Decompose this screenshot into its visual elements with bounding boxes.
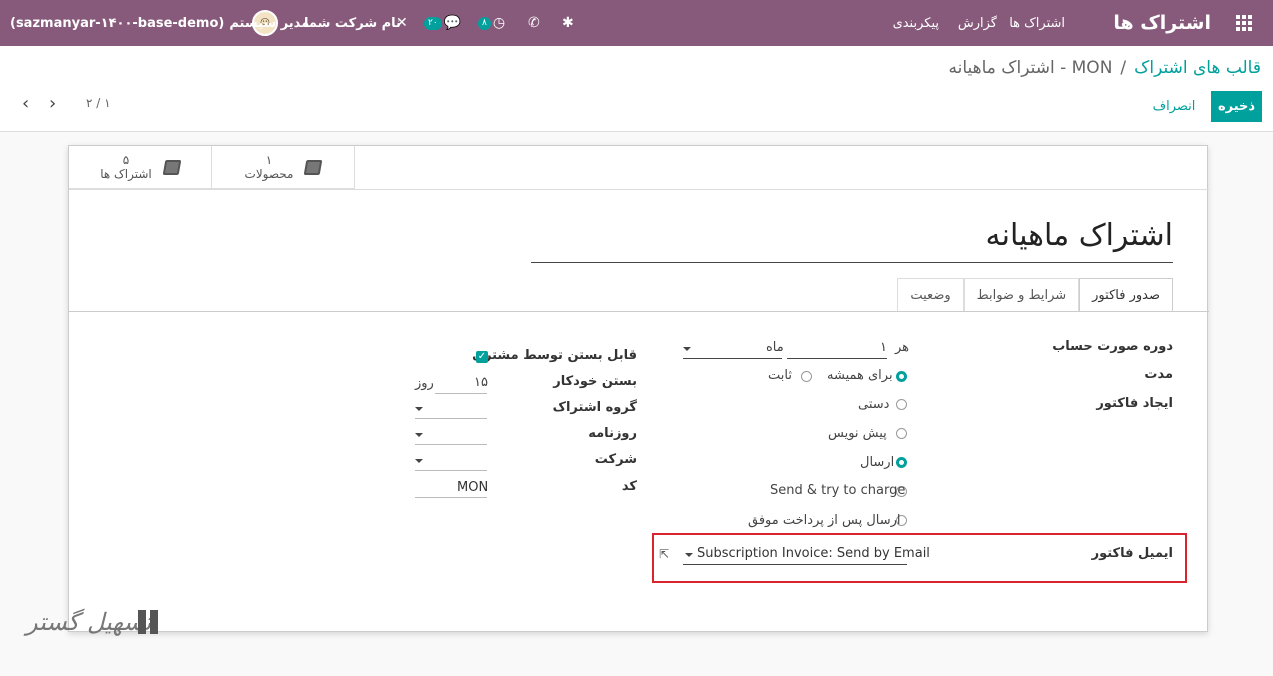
- stat-value: ۱: [265, 153, 273, 167]
- chat-count-badge: ۲۰: [424, 16, 442, 30]
- invoice-send-label: ارسال: [860, 455, 895, 470]
- auto-close-input[interactable]: ۱۵: [474, 375, 488, 390]
- stat-label: اشتراک ها: [100, 167, 152, 181]
- chevron-down-icon: [685, 553, 693, 557]
- watermark-text: تسهیل گستر: [26, 608, 152, 636]
- tab-status[interactable]: وضعیت: [897, 278, 964, 311]
- chevron-down-icon[interactable]: [415, 433, 423, 437]
- pager-next-icon[interactable]: ›: [49, 93, 56, 114]
- billing-unit-underline: [683, 358, 782, 359]
- duration-forever-radio[interactable]: [896, 371, 907, 382]
- duration-forever-label: برای همیشه: [827, 368, 893, 383]
- book-icon: [304, 159, 323, 175]
- code-underline: [415, 497, 487, 498]
- divider: [69, 189, 1209, 190]
- user-name: مدیر سیستم: [229, 15, 310, 31]
- chevron-down-icon[interactable]: [415, 407, 423, 411]
- subscriptions-stat-button[interactable]: ۵ اشتراک ها: [69, 146, 212, 189]
- customer-closable-label: قابل بستن توسط مشتری: [472, 348, 637, 363]
- journal-label: روزنامه: [588, 426, 637, 441]
- user-db-label[interactable]: (sazmanyar-۱۴۰۰-base-demo) مدیر سیستم: [10, 0, 309, 46]
- products-stat-button[interactable]: ۱ محصولات: [212, 146, 355, 189]
- invoice-creation-label: ایجاد فاکتور: [1096, 396, 1173, 411]
- invoice-draft-label: پیش نویس: [828, 426, 887, 441]
- billing-period-label: دوره صورت حساب: [1052, 339, 1173, 354]
- invoice-email-label: ایمیل فاکتور: [1091, 546, 1173, 561]
- external-link-icon[interactable]: ⇱: [659, 547, 669, 561]
- customer-closable-checkbox[interactable]: ✓: [476, 351, 488, 363]
- invoice-email-underline: [683, 564, 907, 565]
- menu-configuration[interactable]: پیکربندی: [893, 0, 939, 46]
- messaging-menu[interactable]: ۲۰ 💬: [424, 0, 461, 46]
- stat-label: محصولات: [244, 167, 294, 181]
- bug-icon[interactable]: ✱: [562, 0, 574, 46]
- breadcrumb-current: MON - اشتراک ماهیانه: [948, 58, 1113, 78]
- invoice-send-radio[interactable]: [896, 457, 907, 468]
- breadcrumb-separator: /: [1120, 58, 1127, 78]
- phone-icon[interactable]: ✆: [528, 0, 540, 46]
- pager-value[interactable]: ۲ / ۱: [86, 96, 111, 110]
- top-navbar: اشتراک ها اشتراک ها گزارش پیکربندی ✱ ✆ ۸…: [0, 0, 1273, 46]
- book-icon: [162, 159, 182, 175]
- invoice-send-charge-label: Send & try to charge: [770, 483, 906, 498]
- code-input[interactable]: MON: [457, 480, 488, 495]
- duration-label: مدت: [1144, 367, 1173, 382]
- tab-invoicing[interactable]: صدور فاکتور: [1079, 278, 1173, 311]
- divider: [69, 311, 1209, 312]
- stat-value: ۵: [122, 153, 130, 167]
- invoice-manual-label: دستی: [858, 397, 890, 412]
- template-name-field[interactable]: اشتراک ماهیانه: [531, 216, 1173, 263]
- invoice-draft-radio[interactable]: [896, 428, 907, 439]
- stat-button-box: ۵ اشتراک ها ۱ محصولات: [69, 146, 355, 189]
- save-button[interactable]: ذخیره: [1211, 91, 1262, 122]
- menu-reporting[interactable]: گزارش: [958, 0, 997, 46]
- subscription-group-label: گروه اشتراک: [552, 400, 637, 415]
- code-label: کد: [621, 479, 637, 494]
- form-sheet: ۵ اشتراک ها ۱ محصولات اشتراک ماهیانه صدو…: [68, 145, 1209, 632]
- company-label: شرکت: [594, 452, 637, 467]
- chevron-down-icon[interactable]: [415, 459, 423, 463]
- app-name[interactable]: اشتراک ها: [1113, 0, 1211, 46]
- invoice-manual-radio[interactable]: [896, 399, 907, 410]
- watermark-logo: تسهیل گستر: [26, 606, 172, 652]
- billing-interval-input[interactable]: ۱: [880, 340, 887, 355]
- control-panel: قالب های اشتراک / MON - اشتراک ماهیانه ذ…: [0, 46, 1273, 132]
- menu-subscriptions[interactable]: اشتراک ها: [1009, 0, 1065, 46]
- auto-close-underline: [435, 393, 487, 394]
- billing-every-text: هر: [895, 340, 910, 355]
- brand-logo-icon: [138, 610, 160, 634]
- clock-icon: ◷: [492, 15, 506, 31]
- company-select[interactable]: [415, 470, 487, 471]
- duration-fixed-radio[interactable]: [801, 371, 812, 382]
- invoice-send-after-payment-label: ارسال پس از پرداخت موفق: [748, 513, 901, 528]
- invoice-email-select[interactable]: Subscription Invoice: Send by Email: [697, 546, 930, 561]
- journal-select[interactable]: [415, 444, 487, 445]
- auto-close-label: بستن خودکار: [553, 374, 637, 389]
- activity-menu[interactable]: ۸ ◷: [478, 0, 505, 46]
- discard-button[interactable]: انصراف: [1149, 91, 1199, 122]
- billing-unit-select[interactable]: ماه: [766, 340, 784, 355]
- breadcrumb-parent[interactable]: قالب های اشتراک: [1134, 58, 1261, 78]
- activity-count-badge: ۸: [478, 16, 491, 30]
- chat-icon: 💬: [443, 15, 462, 31]
- db-name: (sazmanyar-۱۴۰۰-base-demo): [10, 15, 225, 31]
- subscription-group-select[interactable]: [415, 418, 487, 419]
- notebook-tabs: صدور فاکتور شرایط و ضوابط وضعیت: [897, 278, 1173, 311]
- company-switcher[interactable]: نام شرکت شما: [304, 0, 401, 46]
- chevron-down-icon: [683, 347, 691, 351]
- tab-terms[interactable]: شرایط و ضوابط: [963, 278, 1080, 311]
- pager-previous-icon[interactable]: ‹: [22, 93, 29, 114]
- duration-fixed-label: ثابت: [768, 368, 792, 383]
- billing-interval-underline: [787, 358, 887, 359]
- breadcrumb: قالب های اشتراک / MON - اشتراک ماهیانه: [948, 58, 1261, 78]
- auto-close-unit: روز: [415, 376, 434, 391]
- apps-icon[interactable]: [1227, 0, 1261, 46]
